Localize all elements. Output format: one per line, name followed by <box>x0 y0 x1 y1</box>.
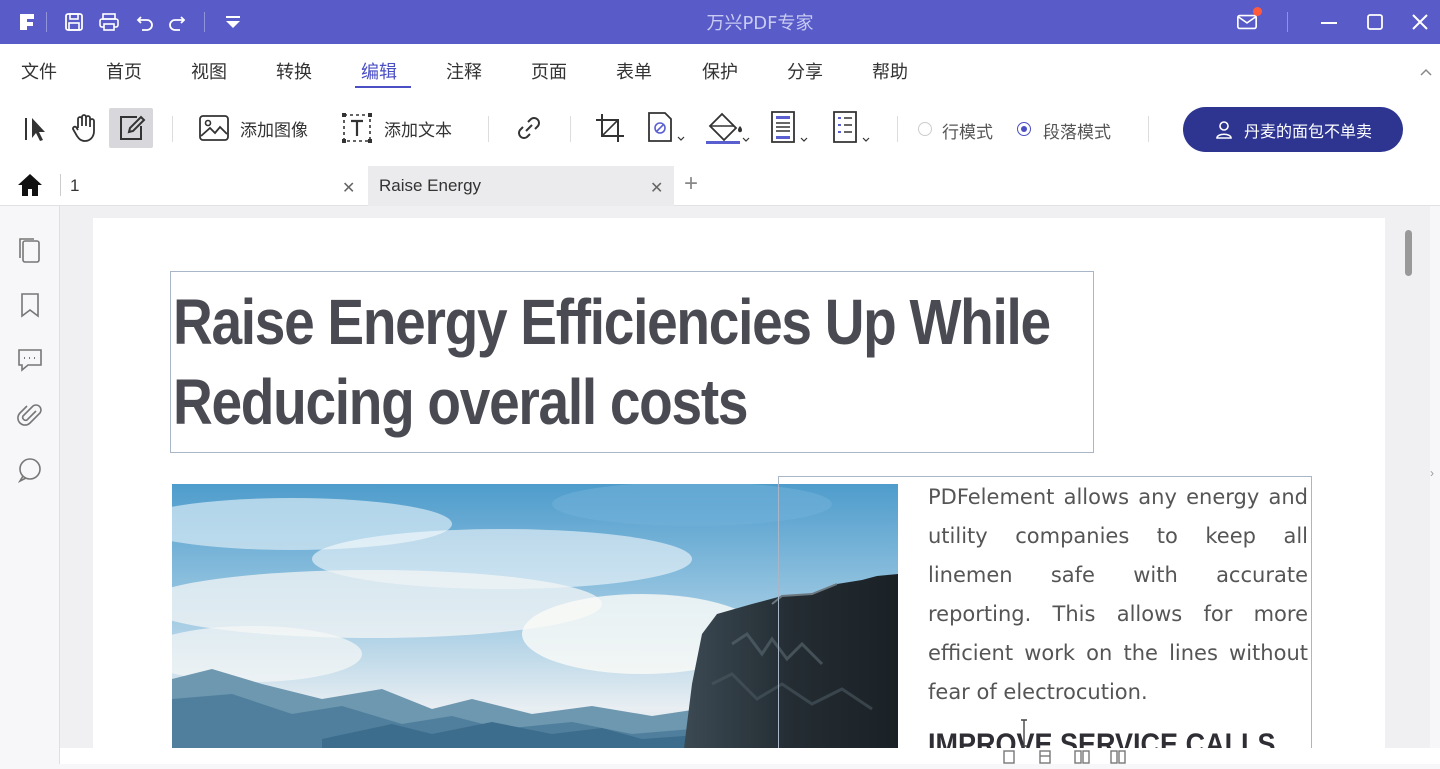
watermark-icon <box>648 112 685 142</box>
document-viewport[interactable]: Raise Energy Efficiencies Up While Reduc… <box>60 206 1430 764</box>
toolbar-separator <box>897 116 898 142</box>
status-bar <box>60 748 1440 764</box>
menu-home[interactable]: 首页 <box>106 58 142 84</box>
crop-tool[interactable] <box>594 108 626 148</box>
header-footer-tool[interactable] <box>768 108 810 148</box>
redo-icon[interactable] <box>166 11 188 33</box>
app-title: 万兴PDF专家 <box>706 13 814 34</box>
line-mode-label[interactable]: 行模式 <box>942 118 993 143</box>
menu-share[interactable]: 分享 <box>787 58 823 84</box>
document-title[interactable]: Raise Energy Efficiencies Up While Reduc… <box>173 282 1051 442</box>
promo-account-button[interactable]: 丹麦的面包不单卖 <box>1183 107 1403 152</box>
search-icon[interactable] <box>16 456 44 484</box>
scrollbar-thumb[interactable] <box>1405 230 1412 276</box>
menu-edit[interactable]: 编辑 <box>361 58 397 84</box>
tab-close-icon[interactable]: ✕ <box>342 178 355 198</box>
mail-icon[interactable] <box>1236 7 1262 33</box>
user-icon <box>1216 120 1232 139</box>
line-mode-radio[interactable] <box>918 122 932 136</box>
home-icon[interactable] <box>16 172 44 198</box>
header-footer-icon <box>771 111 808 143</box>
save-icon[interactable] <box>63 11 85 33</box>
menu-convert[interactable]: 转换 <box>276 58 312 84</box>
document-tab-bar: 1 ✕ Raise Energy ✕ + <box>0 164 1440 206</box>
crop-icon <box>596 114 624 142</box>
two-page-view-icon[interactable] <box>1074 750 1090 764</box>
select-tool[interactable] <box>18 108 54 148</box>
hand-icon <box>72 114 95 142</box>
bates-numbering-tool[interactable] <box>830 108 872 148</box>
title-bar: 万兴PDF专家 <box>0 0 1440 44</box>
menu-form[interactable]: 表单 <box>616 58 652 84</box>
body-paragraph[interactable]: PDFelement allows any energy and utility… <box>928 478 1308 712</box>
expand-right-panel-icon[interactable]: › <box>1430 466 1434 480</box>
toolbar-separator <box>488 116 489 142</box>
customize-dropdown-icon[interactable] <box>222 11 244 33</box>
app-logo-icon[interactable] <box>17 11 39 33</box>
watermark-tool[interactable] <box>645 108 685 148</box>
text-box-icon <box>342 113 372 143</box>
edit-toolbar: 添加图像 添加文本 行模式 段落模式 丹麦的面包不单卖 <box>0 94 1440 164</box>
tab-label: Raise Energy <box>379 176 482 195</box>
vertical-scrollbar[interactable] <box>1401 226 1415 756</box>
comment-icon[interactable] <box>16 346 44 374</box>
hand-tool[interactable] <box>66 108 102 148</box>
title-separator <box>46 12 47 32</box>
toolbar-separator <box>172 116 173 142</box>
edit-icon <box>120 115 146 140</box>
menu-file[interactable]: 文件 <box>21 58 57 84</box>
close-icon[interactable] <box>1409 11 1431 33</box>
tab-raise-energy[interactable]: Raise Energy ✕ <box>368 166 674 206</box>
add-text-button[interactable]: 添加文本 <box>340 108 452 148</box>
menu-page[interactable]: 页面 <box>531 58 567 84</box>
add-text-label: 添加文本 <box>384 120 452 141</box>
toolbar-separator <box>1148 116 1149 142</box>
menu-comment[interactable]: 注释 <box>446 58 482 84</box>
background-tool[interactable] <box>704 108 750 148</box>
bookmark-icon[interactable] <box>16 291 44 319</box>
promo-label: 丹麦的面包不单卖 <box>1243 121 1372 141</box>
two-page-continuous-icon[interactable] <box>1110 750 1126 764</box>
edit-content-tool[interactable] <box>109 108 153 148</box>
cursor-arrow-icon <box>25 118 45 141</box>
left-sidebar <box>0 206 60 764</box>
fill-bucket-icon <box>706 112 750 144</box>
notification-dot <box>1253 7 1262 16</box>
numbered-list-icon <box>833 111 870 143</box>
text-cursor-icon <box>1019 718 1029 748</box>
tab-document-1[interactable]: 1 ✕ <box>62 166 364 206</box>
active-menu-underline <box>355 86 411 88</box>
new-tab-button[interactable]: + <box>684 170 698 198</box>
minimize-icon[interactable] <box>1318 11 1340 33</box>
pdf-page[interactable]: Raise Energy Efficiencies Up While Reduc… <box>93 218 1385 758</box>
title-line-1: Raise Energy Efficiencies Up While <box>173 286 1051 358</box>
image-icon <box>199 115 229 141</box>
menu-view[interactable]: 视图 <box>191 58 227 84</box>
print-icon[interactable] <box>98 11 120 33</box>
tab-label: 1 <box>70 176 80 195</box>
maximize-icon[interactable] <box>1364 11 1386 33</box>
add-image-label: 添加图像 <box>240 120 308 141</box>
title-separator <box>204 12 205 32</box>
continuous-view-icon[interactable] <box>1038 750 1052 764</box>
undo-icon[interactable] <box>134 11 156 33</box>
add-image-button[interactable]: 添加图像 <box>198 108 308 148</box>
menu-bar: 文件 首页 视图 转换 编辑 注释 页面 表单 保护 分享 帮助 <box>0 44 1440 94</box>
toolbar-separator <box>570 116 571 142</box>
title-line-2: Reducing overall costs <box>173 366 748 438</box>
link-tool[interactable] <box>512 108 546 148</box>
menu-protect[interactable]: 保护 <box>702 58 738 84</box>
paragraph-mode-radio[interactable] <box>1017 122 1031 136</box>
menu-help[interactable]: 帮助 <box>872 58 908 84</box>
tab-close-icon[interactable]: ✕ <box>650 178 663 198</box>
title-separator <box>1287 12 1288 32</box>
thumbnails-icon[interactable] <box>16 236 44 264</box>
attachment-icon[interactable] <box>16 401 44 429</box>
link-icon <box>518 117 540 139</box>
single-page-view-icon[interactable] <box>1002 750 1016 764</box>
collapse-ribbon-icon[interactable] <box>1420 66 1432 78</box>
paragraph-mode-label[interactable]: 段落模式 <box>1043 118 1111 143</box>
tab-divider <box>60 174 61 196</box>
